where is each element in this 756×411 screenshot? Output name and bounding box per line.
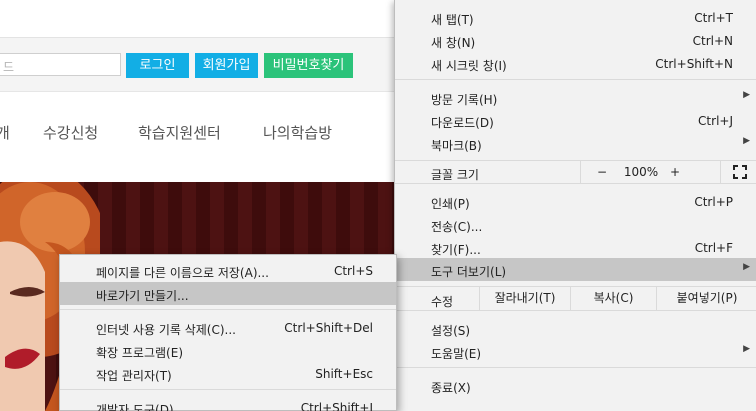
- zoom-row: 글꼴 크기 − 100% +: [395, 160, 756, 184]
- menu-item-help[interactable]: 도움말(E) ▶: [395, 340, 756, 363]
- edit-label: 수정: [431, 295, 454, 309]
- submenu-item-task-manager[interactable]: 작업 관리자(T) Shift+Esc: [60, 362, 396, 385]
- submenu-item-clear-history[interactable]: 인터넷 사용 기록 삭제(C)... Ctrl+Shift+Del: [60, 316, 396, 339]
- menu-item-label: 종료(X): [431, 381, 471, 395]
- menu-item-settings[interactable]: 설정(S): [395, 317, 756, 340]
- submenu-separator: [60, 309, 396, 310]
- menu-separator: [395, 367, 756, 368]
- more-tools-submenu: 페이지를 다른 이름으로 저장(A)... Ctrl+S 바로가기 만들기...…: [59, 254, 397, 411]
- nav-item-my-study[interactable]: 나의학습방: [263, 122, 332, 143]
- menu-item-label: 전송(C)...: [431, 220, 483, 234]
- menu-item-label: 방문 기록(H): [431, 93, 498, 107]
- zoom-in-button[interactable]: +: [668, 165, 682, 179]
- fullscreen-icon[interactable]: [720, 161, 756, 183]
- paste-button[interactable]: 붙여넣기(P): [656, 287, 756, 310]
- menu-item-find[interactable]: 찾기(F)... Ctrl+F: [395, 236, 756, 259]
- login-button[interactable]: 로그인: [126, 53, 189, 78]
- menu-item-label: 북마크(B): [431, 139, 482, 153]
- password-placeholder: 드: [3, 60, 15, 74]
- submenu-arrow-icon: ▶: [743, 136, 750, 146]
- find-password-button[interactable]: 비밀번호찾기: [264, 53, 353, 78]
- nav-item-partial[interactable]: 개: [0, 122, 10, 143]
- menu-separator: [395, 79, 756, 80]
- menu-item-shortcut: Ctrl+F: [694, 241, 733, 255]
- join-button[interactable]: 회원가입: [195, 53, 258, 78]
- nav-item-support[interactable]: 학습지원센터: [138, 122, 221, 143]
- menu-item-new-window[interactable]: 새 창(N) Ctrl+N: [395, 29, 756, 52]
- menu-item-label: 다운로드(D): [431, 116, 494, 130]
- menu-item-label: 새 시크릿 창(I): [431, 59, 507, 73]
- menu-item-downloads[interactable]: 다운로드(D) Ctrl+J: [395, 109, 756, 132]
- submenu-item-label: 페이지를 다른 이름으로 저장(A)...: [96, 266, 269, 280]
- submenu-item-create-shortcut[interactable]: 바로가기 만들기...: [60, 282, 396, 305]
- submenu-arrow-icon: ▶: [743, 90, 750, 100]
- submenu-item-label: 확장 프로그램(E): [96, 346, 184, 360]
- menu-item-label: 새 탭(T): [431, 13, 474, 27]
- submenu-item-label: 인터넷 사용 기록 삭제(C)...: [96, 323, 236, 337]
- browser-main-menu: 새 탭(T) Ctrl+T 새 창(N) Ctrl+N 새 시크릿 창(I) C…: [394, 0, 756, 411]
- menu-item-label: 설정(S): [431, 324, 471, 338]
- submenu-item-shortcut: Ctrl+S: [333, 264, 373, 278]
- cut-button[interactable]: 잘라내기(T): [479, 287, 570, 310]
- menu-item-shortcut: Ctrl+N: [692, 34, 733, 48]
- menu-item-shortcut: Ctrl+J: [698, 114, 733, 128]
- menu-item-more-tools[interactable]: 도구 더보기(L) ▶: [395, 258, 756, 281]
- menu-item-shortcut: Ctrl+T: [694, 11, 733, 25]
- menu-item-cast[interactable]: 전송(C)...: [395, 213, 756, 236]
- submenu-item-label: 개발자 도구(D): [96, 403, 174, 411]
- copy-button[interactable]: 복사(C): [570, 287, 656, 310]
- submenu-item-dev-tools[interactable]: 개발자 도구(D) Ctrl+Shift+I: [60, 396, 396, 411]
- zoom-out-button[interactable]: −: [595, 165, 609, 179]
- nav-item-enroll[interactable]: 수강신청: [43, 122, 98, 143]
- submenu-item-shortcut: Shift+Esc: [315, 367, 373, 381]
- zoom-controls: − 100% +: [580, 161, 756, 183]
- menu-item-new-incognito[interactable]: 새 시크릿 창(I) Ctrl+Shift+N: [395, 52, 756, 75]
- edit-row: 수정 잘라내기(T) 복사(C) 붙여넣기(P): [395, 286, 756, 311]
- menu-item-exit[interactable]: 종료(X): [395, 374, 756, 397]
- menu-item-history[interactable]: 방문 기록(H) ▶: [395, 86, 756, 109]
- menu-item-bookmarks[interactable]: 북마크(B) ▶: [395, 132, 756, 155]
- menu-item-shortcut: Ctrl+P: [694, 195, 733, 209]
- submenu-item-label: 작업 관리자(T): [96, 369, 172, 383]
- submenu-item-label: 바로가기 만들기...: [96, 289, 189, 303]
- submenu-item-save-page[interactable]: 페이지를 다른 이름으로 저장(A)... Ctrl+S: [60, 259, 396, 282]
- zoom-label: 글꼴 크기: [431, 168, 479, 182]
- menu-item-shortcut: Ctrl+Shift+N: [655, 57, 733, 71]
- submenu-item-extensions[interactable]: 확장 프로그램(E): [60, 339, 396, 362]
- menu-item-new-tab[interactable]: 새 탭(T) Ctrl+T: [395, 6, 756, 29]
- submenu-item-shortcut: Ctrl+Shift+I: [300, 401, 373, 411]
- menu-item-label: 인쇄(P): [431, 197, 470, 211]
- submenu-item-shortcut: Ctrl+Shift+Del: [284, 321, 373, 335]
- menu-item-label: 새 창(N): [431, 36, 476, 50]
- submenu-arrow-icon: ▶: [743, 344, 750, 354]
- menu-item-label: 도움말(E): [431, 347, 482, 361]
- menu-item-label: 찾기(F)...: [431, 243, 481, 257]
- submenu-separator: [60, 389, 396, 390]
- submenu-arrow-icon: ▶: [743, 262, 750, 272]
- menu-item-print[interactable]: 인쇄(P) Ctrl+P: [395, 190, 756, 213]
- menu-item-label: 도구 더보기(L): [431, 265, 507, 279]
- zoom-value: 100%: [623, 165, 659, 179]
- password-input[interactable]: 드: [0, 53, 121, 76]
